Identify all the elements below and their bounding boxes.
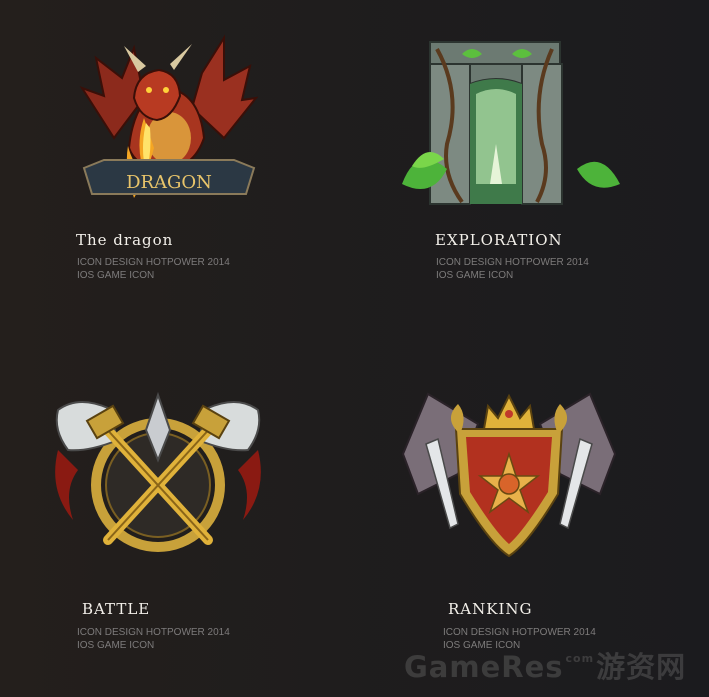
card-subtitle-line1: ICON DESIGN HOTPOWER 2014: [436, 257, 589, 268]
crossed-axes-icon[interactable]: [48, 390, 268, 560]
dragon-icon[interactable]: DRAGON: [74, 28, 264, 213]
stone-gate-icon[interactable]: [392, 34, 624, 214]
card-title: EXPLORATION: [435, 231, 563, 249]
card-subtitle-line1: ICON DESIGN HOTPOWER 2014: [77, 257, 230, 268]
card-subtitle-line2: IOS GAME ICON: [436, 270, 514, 281]
watermark-suffix: com: [565, 652, 595, 665]
watermark: GameRes com游资网: [404, 644, 686, 686]
card-subtitle-line1: ICON DESIGN HOTPOWER 2014: [77, 627, 230, 638]
watermark-brand: GameRes: [404, 650, 564, 684]
watermark-cn: 游资网: [596, 650, 687, 684]
card-title: BATTLE: [82, 600, 151, 618]
winged-shield-icon[interactable]: [398, 384, 620, 564]
card-subtitle-line1: ICON DESIGN HOTPOWER 2014: [443, 627, 596, 638]
card-title: The dragon: [76, 231, 174, 249]
card-subtitle-line2: IOS GAME ICON: [77, 270, 155, 281]
dragon-banner-text: DRAGON: [126, 172, 212, 193]
card-subtitle-line2: IOS GAME ICON: [77, 640, 155, 651]
card-title: RANKING: [448, 600, 533, 618]
